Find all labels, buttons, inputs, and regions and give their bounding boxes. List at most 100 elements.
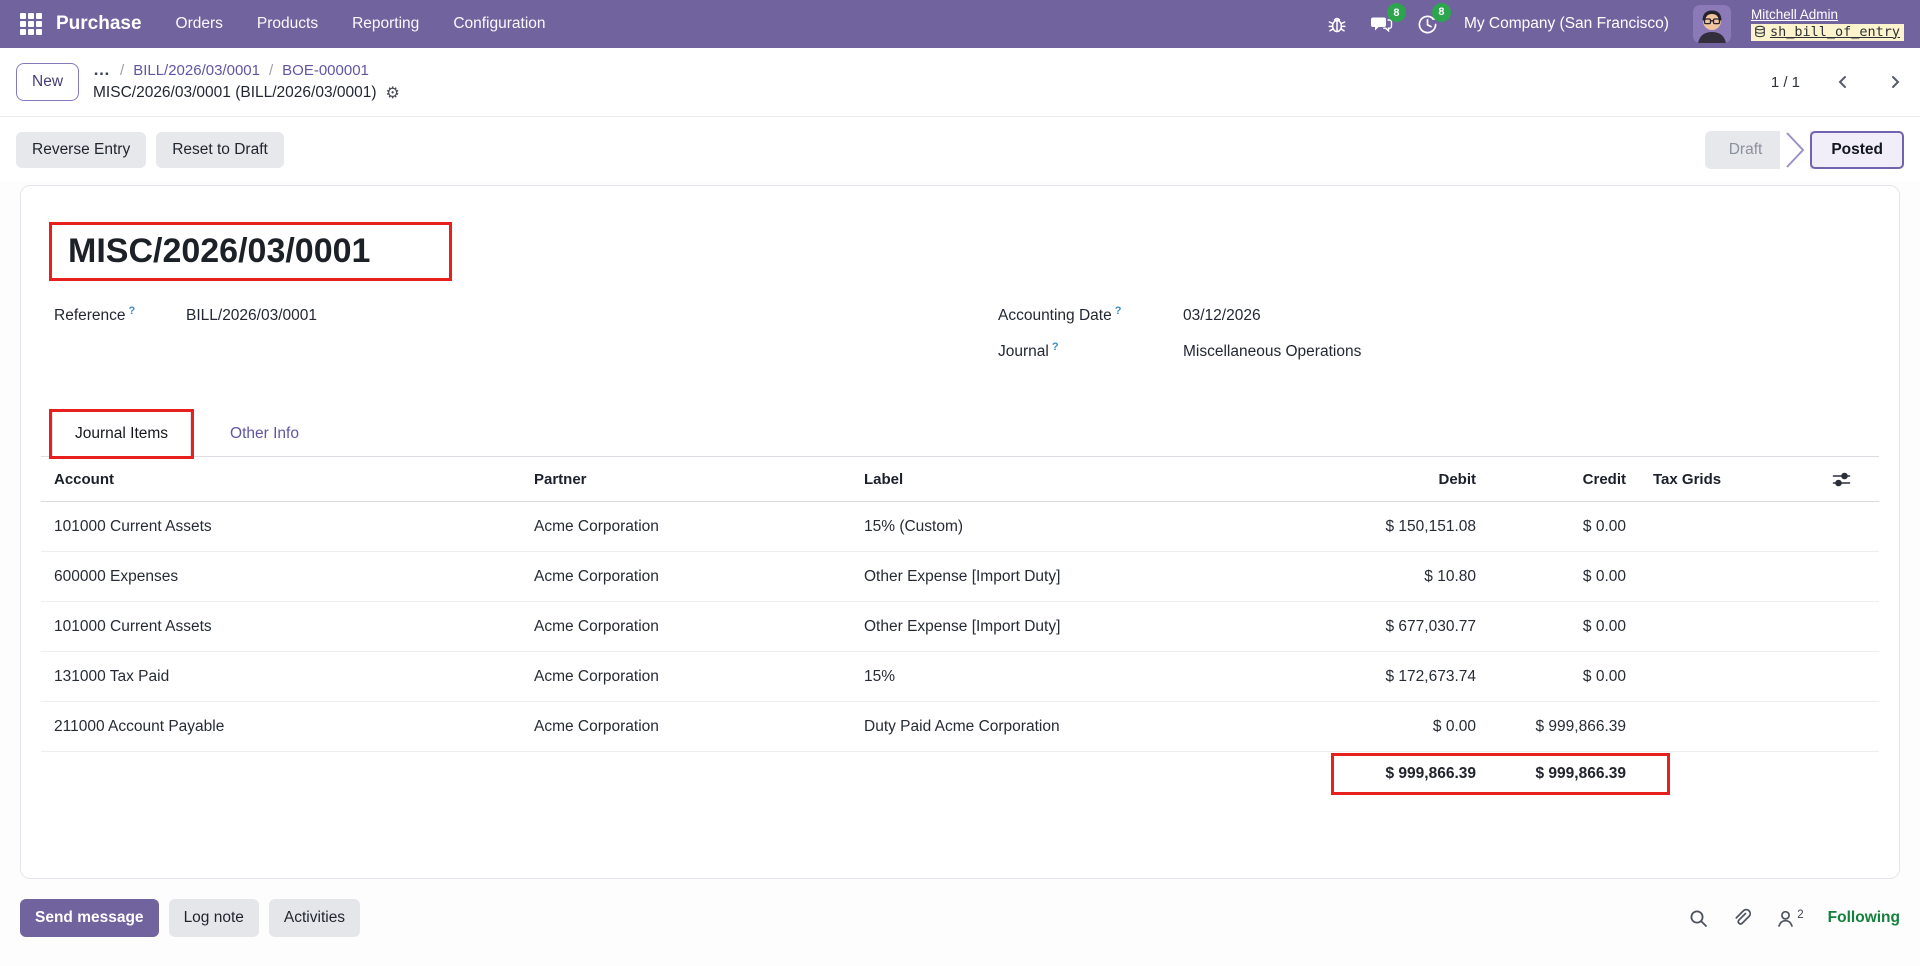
journal-label: Journal? bbox=[998, 341, 1183, 361]
optional-columns-icon[interactable] bbox=[1832, 470, 1851, 489]
user-block: Mitchell Admin sh_bill_of_entry bbox=[1751, 7, 1904, 42]
accounting-date-value[interactable]: 03/12/2026 bbox=[1183, 307, 1261, 325]
breadcrumb-link-bill[interactable]: BILL/2026/03/0001 bbox=[133, 62, 260, 79]
cell-account: 131000 Tax Paid bbox=[41, 668, 521, 686]
reset-to-draft-button[interactable]: Reset to Draft bbox=[156, 132, 284, 168]
form-sheet: MISC/2026/03/0001 Reference? BILL/2026/0… bbox=[20, 185, 1900, 879]
followers-count: 2 bbox=[1797, 909, 1803, 921]
tab-other-info[interactable]: Other Info bbox=[208, 412, 321, 456]
table-header: Account Partner Label Debit Credit Tax G… bbox=[41, 457, 1879, 502]
reference-label: Reference? bbox=[54, 305, 186, 325]
user-name[interactable]: Mitchell Admin bbox=[1751, 7, 1838, 24]
cell-label: Other Expense [Import Duty] bbox=[851, 568, 1201, 586]
cell-credit: $ 0.00 bbox=[1478, 518, 1628, 536]
gear-icon[interactable]: ⚙ bbox=[386, 83, 400, 102]
messages-badge: 8 bbox=[1387, 3, 1406, 22]
apps-grid-icon[interactable] bbox=[16, 9, 46, 39]
cell-account: 600000 Expenses bbox=[41, 568, 521, 586]
followers[interactable]: 2 bbox=[1776, 909, 1803, 928]
send-message-button[interactable]: Send message bbox=[20, 899, 159, 937]
field-journal: Journal? Miscellaneous Operations bbox=[985, 341, 1879, 361]
journal-items-table: Account Partner Label Debit Credit Tax G… bbox=[41, 457, 1879, 796]
breadcrumb-ellipsis[interactable]: … bbox=[93, 65, 111, 75]
menu-orders[interactable]: Orders bbox=[176, 15, 223, 33]
menu-reporting[interactable]: Reporting bbox=[352, 15, 419, 33]
chatter: Send message Log note Activities 2 Follo… bbox=[20, 899, 1900, 937]
col-debit[interactable]: Debit bbox=[1201, 471, 1478, 488]
totals-row: $ 999,866.39 $ 999,866.39 bbox=[41, 752, 1879, 796]
user-avatar[interactable] bbox=[1693, 5, 1731, 43]
database-icon bbox=[1754, 25, 1766, 38]
chevron-right-icon[interactable] bbox=[1886, 73, 1904, 91]
company-switcher[interactable]: My Company (San Francisco) bbox=[1464, 15, 1669, 33]
menu-configuration[interactable]: Configuration bbox=[453, 15, 545, 33]
menu-products[interactable]: Products bbox=[257, 15, 318, 33]
cell-label: Other Expense [Import Duty] bbox=[851, 618, 1201, 636]
cell-partner: Acme Corporation bbox=[521, 618, 851, 636]
breadcrumb-link-boe[interactable]: BOE-000001 bbox=[282, 62, 369, 79]
reference-value[interactable]: BILL/2026/03/0001 bbox=[186, 307, 317, 325]
document-title: MISC/2026/03/0001 bbox=[68, 232, 433, 271]
statusbar: Draft Posted bbox=[1705, 131, 1904, 169]
cell-account: 101000 Current Assets bbox=[41, 518, 521, 536]
total-debit: $ 999,866.39 bbox=[1201, 765, 1478, 783]
cell-label: 15% (Custom) bbox=[851, 518, 1201, 536]
main-menu: Orders Products Reporting Configuration bbox=[176, 15, 546, 33]
navbar-right: 8 8 My Company (San Francisco) Mitchell … bbox=[1325, 5, 1904, 43]
table-row[interactable]: 101000 Current Assets Acme Corporation O… bbox=[41, 602, 1879, 652]
table-row[interactable]: 131000 Tax Paid Acme Corporation 15% $ 1… bbox=[41, 652, 1879, 702]
table-row[interactable]: 101000 Current Assets Acme Corporation 1… bbox=[41, 502, 1879, 552]
table-row[interactable]: 600000 Expenses Acme Corporation Other E… bbox=[41, 552, 1879, 602]
col-partner[interactable]: Partner bbox=[521, 471, 851, 488]
chevron-left-icon[interactable] bbox=[1834, 73, 1852, 91]
help-icon[interactable]: ? bbox=[1052, 341, 1059, 353]
help-icon[interactable]: ? bbox=[1115, 305, 1122, 317]
cell-credit: $ 0.00 bbox=[1478, 618, 1628, 636]
pager-count: 1 / 1 bbox=[1771, 74, 1800, 91]
cell-debit: $ 150,151.08 bbox=[1201, 518, 1478, 536]
tab-journal-items[interactable]: Journal Items bbox=[52, 412, 191, 456]
log-note-button[interactable]: Log note bbox=[169, 899, 259, 937]
col-tax-grids[interactable]: Tax Grids bbox=[1628, 471, 1798, 488]
col-credit[interactable]: Credit bbox=[1478, 471, 1628, 488]
following-button[interactable]: Following bbox=[1828, 909, 1900, 927]
breadcrumb: … / BILL/2026/03/0001 / BOE-000001 MISC/… bbox=[93, 62, 400, 102]
field-reference: Reference? BILL/2026/03/0001 bbox=[41, 305, 960, 325]
new-button[interactable]: New bbox=[16, 63, 79, 101]
app-name[interactable]: Purchase bbox=[56, 13, 142, 35]
search-messages-icon[interactable] bbox=[1689, 909, 1708, 928]
action-row: Reverse Entry Reset to Draft Draft Poste… bbox=[0, 117, 1920, 181]
cell-debit: $ 10.80 bbox=[1201, 568, 1478, 586]
activities-badge: 8 bbox=[1432, 3, 1451, 22]
status-draft[interactable]: Draft bbox=[1705, 131, 1781, 169]
status-arrow-icon bbox=[1780, 131, 1810, 169]
breadcrumb-separator: / bbox=[120, 62, 124, 79]
field-groups: Reference? BILL/2026/03/0001 Accounting … bbox=[41, 305, 1879, 377]
activities-button[interactable]: Activities bbox=[269, 899, 360, 937]
annotation-box-title: MISC/2026/03/0001 bbox=[49, 222, 452, 281]
control-panel: New … / BILL/2026/03/0001 / BOE-000001 M… bbox=[0, 48, 1920, 117]
activities-clock-icon[interactable]: 8 bbox=[1415, 12, 1440, 37]
messages-icon[interactable]: 8 bbox=[1369, 12, 1395, 36]
pager: 1 / 1 bbox=[1771, 73, 1904, 91]
cell-credit: $ 0.00 bbox=[1478, 568, 1628, 586]
cell-label: 15% bbox=[851, 668, 1201, 686]
cell-partner: Acme Corporation bbox=[521, 668, 851, 686]
help-icon[interactable]: ? bbox=[129, 305, 136, 317]
database-chip[interactable]: sh_bill_of_entry bbox=[1751, 24, 1904, 42]
debug-bug-icon[interactable] bbox=[1325, 12, 1349, 36]
col-account[interactable]: Account bbox=[41, 471, 521, 488]
table-row[interactable]: 211000 Account Payable Acme Corporation … bbox=[41, 702, 1879, 752]
followers-person-icon bbox=[1776, 909, 1795, 928]
cell-partner: Acme Corporation bbox=[521, 718, 851, 736]
cell-partner: Acme Corporation bbox=[521, 518, 851, 536]
reverse-entry-button[interactable]: Reverse Entry bbox=[16, 132, 146, 168]
cell-label: Duty Paid Acme Corporation bbox=[851, 718, 1201, 736]
col-label[interactable]: Label bbox=[851, 471, 1201, 488]
journal-value[interactable]: Miscellaneous Operations bbox=[1183, 343, 1361, 361]
attachment-paperclip-icon[interactable] bbox=[1732, 908, 1752, 928]
cell-debit: $ 0.00 bbox=[1201, 718, 1478, 736]
cell-account: 101000 Current Assets bbox=[41, 618, 521, 636]
status-posted[interactable]: Posted bbox=[1810, 131, 1904, 169]
cell-credit: $ 999,866.39 bbox=[1478, 718, 1628, 736]
